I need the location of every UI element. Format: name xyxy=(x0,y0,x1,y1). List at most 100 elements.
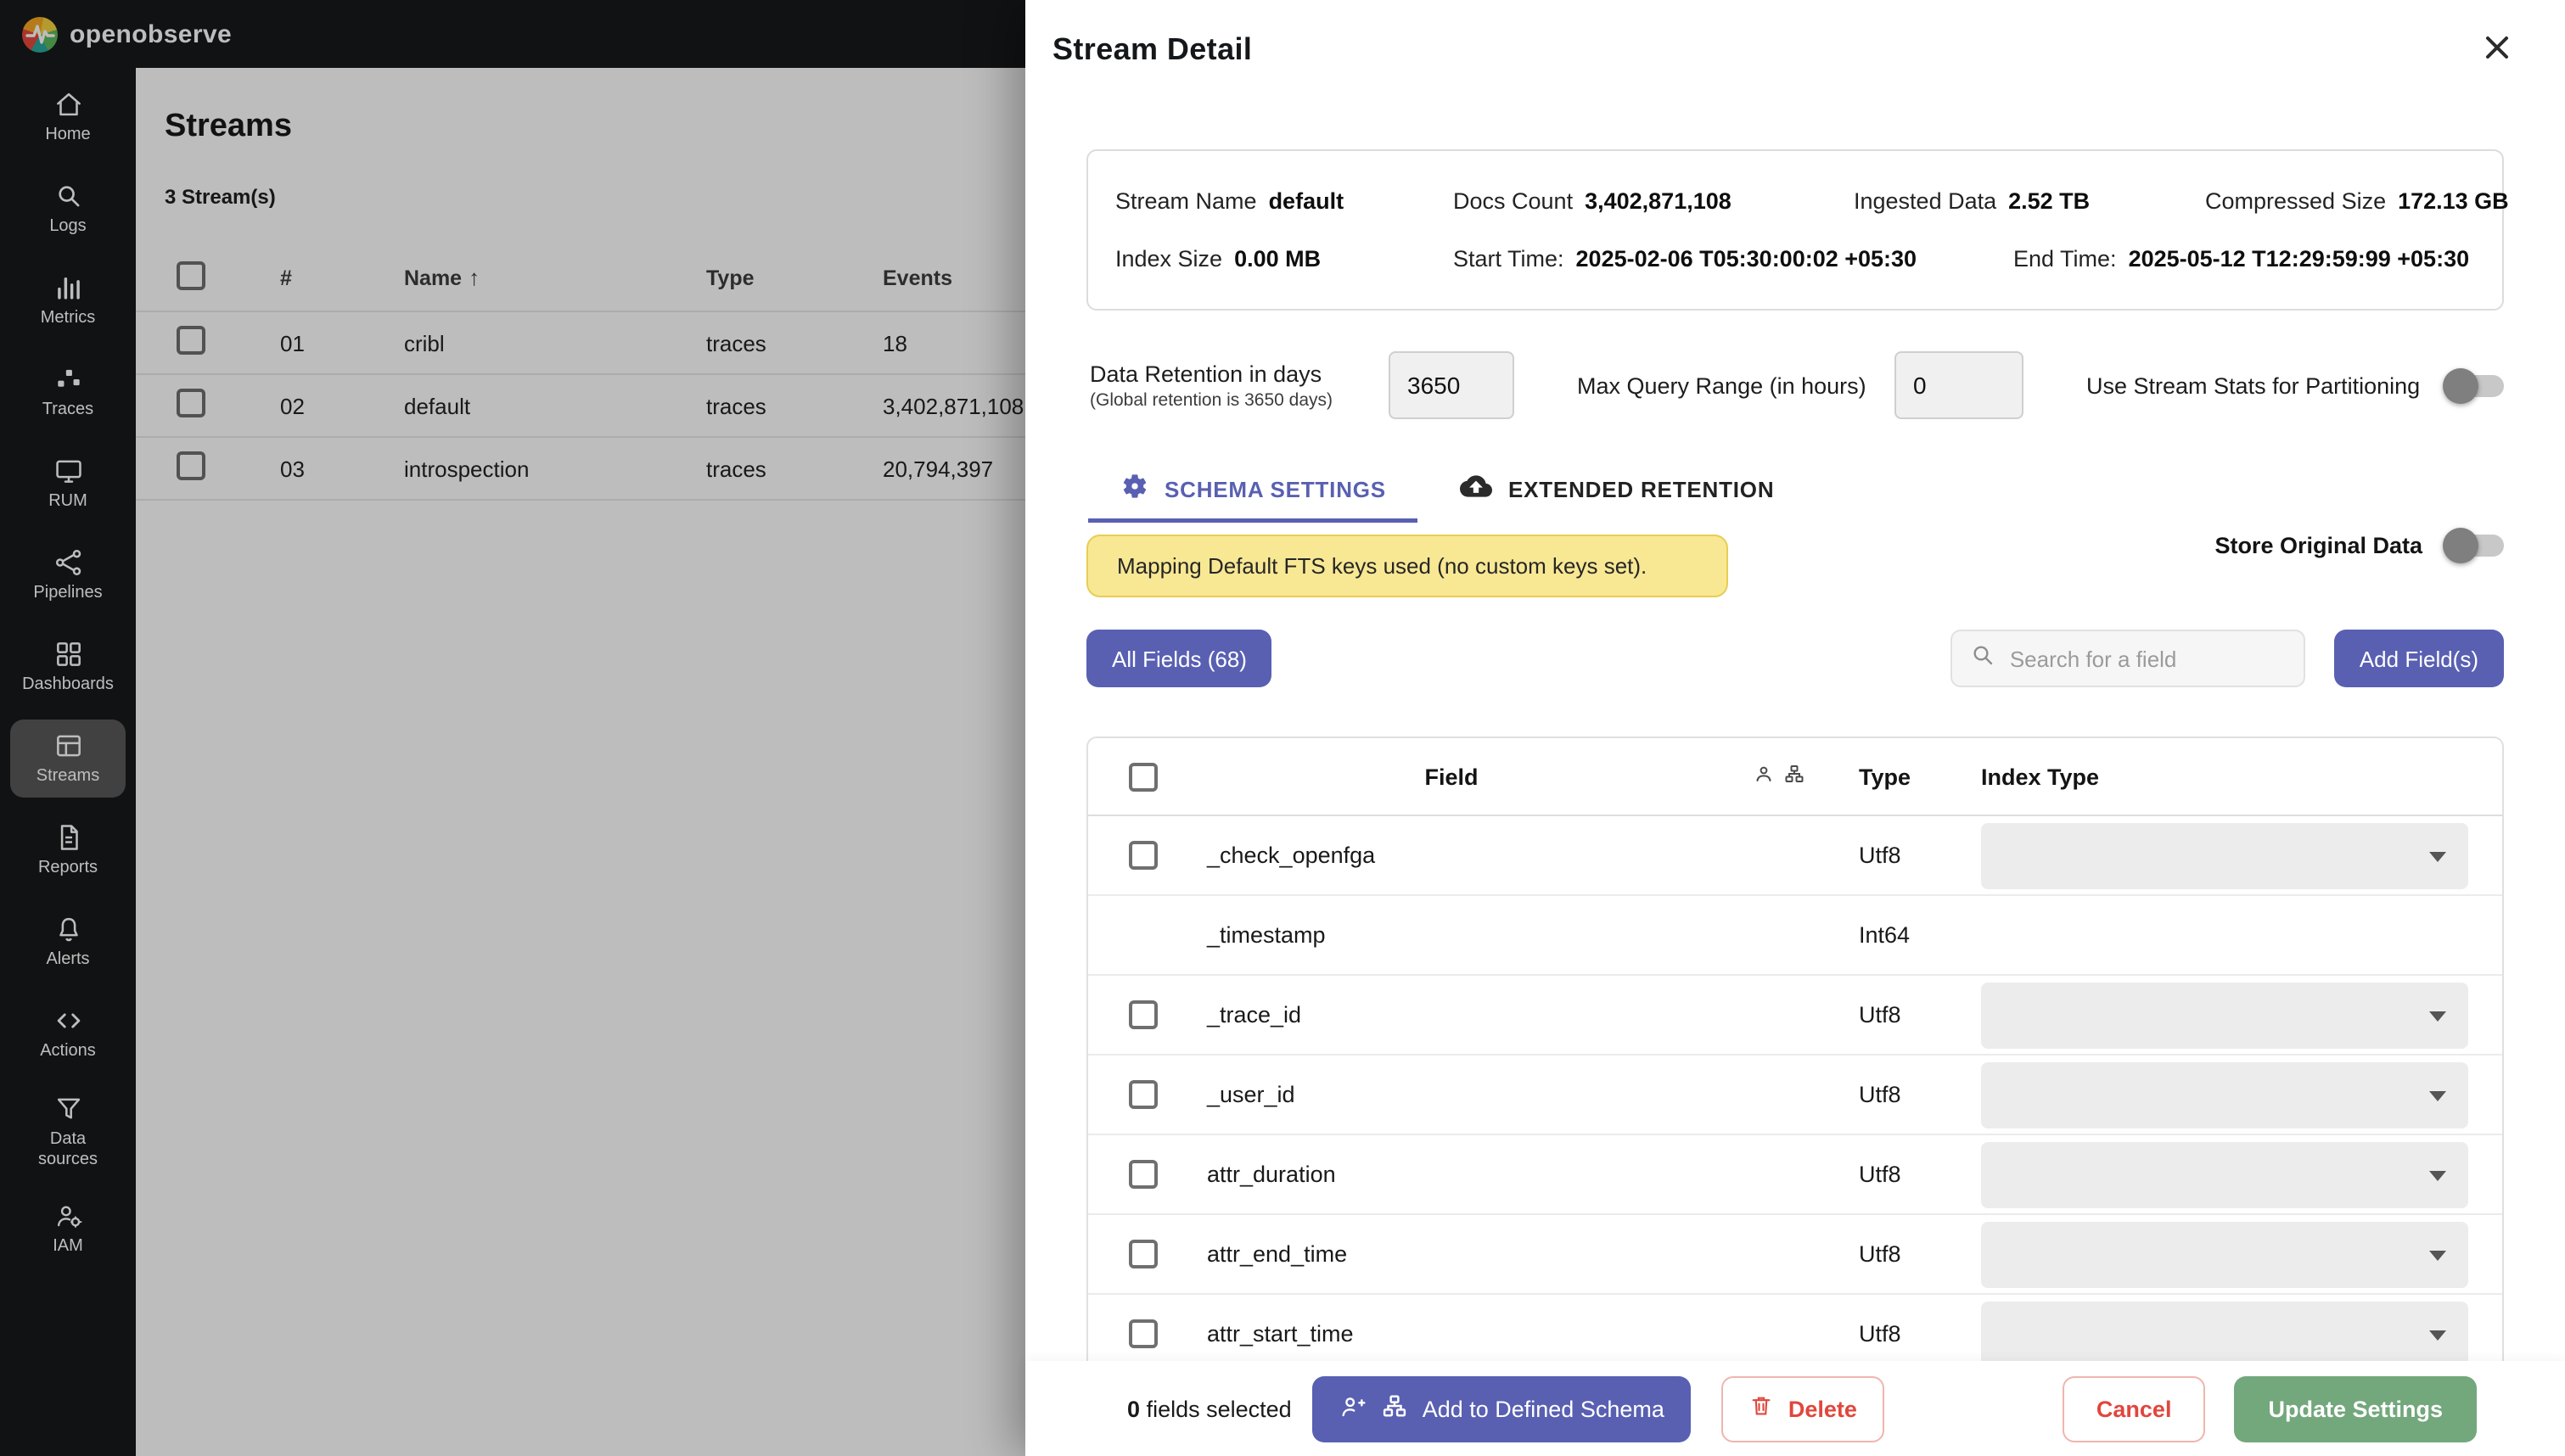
stat-docs-count: Docs Count 3,402,871,108 xyxy=(1453,188,1854,214)
delete-button[interactable]: Delete xyxy=(1722,1375,1884,1442)
retention-row: Data Retention in days (Global retention… xyxy=(1090,350,2504,421)
all-fields-label: All Fields (68) xyxy=(1112,646,1247,671)
stat-ingested-data: Ingested Data2.52 TB xyxy=(1854,188,2205,214)
chevron-down-icon xyxy=(2429,852,2446,862)
stats-row-2: Index Size 0.00 MB Start Time: 2025-02-06 … xyxy=(1115,246,2475,272)
type-column-header: Type xyxy=(1859,764,1911,789)
max-query-range-input[interactable] xyxy=(1894,351,2023,419)
index-type-select[interactable] xyxy=(1981,1222,2468,1288)
index-type-select[interactable] xyxy=(1981,1062,2468,1128)
sitemap-icon xyxy=(1784,761,1804,792)
stat-end-time: End Time: 2025-05-12 T12:29:59:99 +05:30 xyxy=(2013,246,2475,272)
store-original-row: Store Original Data xyxy=(2214,533,2504,558)
search-input[interactable] xyxy=(2010,646,2287,671)
selected-count-label: fields selected xyxy=(1147,1396,1292,1421)
all-fields-button[interactable]: All Fields (68) xyxy=(1086,630,1272,687)
add-fields-button[interactable]: Add Field(s) xyxy=(2334,630,2504,687)
partition-label: Use Stream Stats for Partitioning xyxy=(2086,372,2420,398)
stat-label: Docs Count xyxy=(1453,188,1573,214)
search-icon xyxy=(1969,641,1996,676)
stat-stream-name: Stream Name default xyxy=(1115,188,1453,214)
stat-value: 0.00 MB xyxy=(1234,246,1321,272)
field-checkbox[interactable] xyxy=(1129,1319,1158,1348)
fts-warning-banner: Mapping Default FTS keys used (no custom… xyxy=(1086,535,1728,597)
stat-label: End Time: xyxy=(2013,246,2117,272)
index-type-select[interactable] xyxy=(1981,983,2468,1049)
app-root: openobserve Home Logs Metrics Traces RUM… xyxy=(0,0,2565,1456)
store-original-label: Store Original Data xyxy=(2214,533,2422,558)
data-retention-note: (Global retention is 3650 days) xyxy=(1090,389,1389,410)
selected-count-number: 0 xyxy=(1127,1396,1140,1421)
field-name: attr_start_time xyxy=(1207,1321,1354,1347)
stat-value: 3,402,871,108 xyxy=(1585,188,1732,214)
index-type-select[interactable] xyxy=(1981,823,2468,889)
stats-row-1: Stream Name default Docs Count 3,402,871,1… xyxy=(1115,188,2475,214)
stat-value: default xyxy=(1269,188,1344,214)
stat-start-time: Start Time: 2025-02-06 T05:30:00:02 +05:3… xyxy=(1453,246,2013,272)
field-column-header: Field xyxy=(1424,764,1478,789)
delete-label: Delete xyxy=(1788,1396,1857,1421)
stat-label: Start Time: xyxy=(1453,246,1564,272)
tab-label: EXTENDED RETENTION xyxy=(1508,476,1774,501)
add-to-defined-schema-button[interactable]: Add to Defined Schema xyxy=(1312,1375,1692,1442)
field-name: _trace_id xyxy=(1207,1002,1301,1028)
max-query-range-label: Max Query Range (in hours) xyxy=(1577,372,1876,398)
field-name: _timestamp xyxy=(1207,922,1326,948)
tab-schema-settings[interactable]: SCHEMA SETTINGS xyxy=(1088,455,1418,523)
index-type-select[interactable] xyxy=(1981,1142,2468,1208)
chevron-down-icon xyxy=(2429,1171,2446,1181)
close-button[interactable] xyxy=(2467,20,2528,81)
stat-value: 2025-02-06 T05:30:00:02 +05:30 xyxy=(1576,246,1917,272)
store-original-toggle[interactable] xyxy=(2448,535,2504,557)
field-header-icons xyxy=(1754,761,1804,792)
field-type: Utf8 xyxy=(1859,843,1901,868)
fields-selected-count: 0 fields selected xyxy=(1127,1396,1292,1421)
cancel-label: Cancel xyxy=(2096,1396,2172,1421)
data-retention-title: Data Retention in days xyxy=(1090,361,1389,386)
add-fields-label: Add Field(s) xyxy=(2360,646,2478,671)
field-name: _user_id xyxy=(1207,1082,1295,1107)
sitemap-icon xyxy=(1382,1393,1407,1424)
chevron-down-icon xyxy=(2429,1251,2446,1261)
field-type: Utf8 xyxy=(1859,1321,1901,1347)
select-all-fields-checkbox[interactable] xyxy=(1129,762,1158,791)
chevron-down-icon xyxy=(2429,1011,2446,1022)
cancel-button[interactable]: Cancel xyxy=(2063,1375,2206,1442)
stat-label: Compressed Size xyxy=(2205,188,2386,214)
field-type: Int64 xyxy=(1859,922,1910,948)
stat-value: 2025-05-12 T12:29:59:99 +05:30 xyxy=(2129,246,2470,272)
toggle-knob xyxy=(2443,528,2478,563)
field-type: Utf8 xyxy=(1859,1241,1901,1267)
fields-table-header: Field Type Index Type xyxy=(1088,738,2502,816)
field-row: _user_id Utf8 xyxy=(1088,1056,2502,1135)
close-icon xyxy=(2478,28,2516,74)
stat-label: Index Size xyxy=(1115,246,1222,272)
user-icon xyxy=(1754,761,1774,792)
stream-detail-drawer: Stream Detail Stream Name default Docs Co… xyxy=(1025,0,2565,1456)
chevron-down-icon xyxy=(2429,1091,2446,1101)
field-row: attr_duration Utf8 xyxy=(1088,1135,2502,1215)
stat-value: 2.52 TB xyxy=(2008,188,2090,214)
field-checkbox[interactable] xyxy=(1129,1240,1158,1268)
drawer-footer: 0 fields selected Add to Defined Schema … xyxy=(1025,1361,2565,1456)
field-name: _check_openfga xyxy=(1207,843,1375,868)
drawer-title: Stream Detail xyxy=(1052,32,1252,68)
field-checkbox[interactable] xyxy=(1129,841,1158,870)
field-checkbox[interactable] xyxy=(1129,1000,1158,1029)
index-type-select[interactable] xyxy=(1981,1302,2468,1368)
update-settings-label: Update Settings xyxy=(2268,1396,2443,1421)
tab-label: SCHEMA SETTINGS xyxy=(1165,476,1386,501)
update-settings-button[interactable]: Update Settings xyxy=(2234,1375,2477,1442)
field-search[interactable] xyxy=(1950,630,2305,687)
data-retention-input[interactable] xyxy=(1389,351,1514,419)
fields-table: Field Type Index Type _check_openfga Utf… xyxy=(1086,736,2504,1375)
field-checkbox[interactable] xyxy=(1129,1160,1158,1189)
stat-compressed-size: Compressed Size172.13 GB xyxy=(2205,188,2509,214)
chevron-down-icon xyxy=(2429,1330,2446,1341)
data-retention-label: Data Retention in days (Global retention… xyxy=(1090,361,1389,410)
field-checkbox[interactable] xyxy=(1129,1080,1158,1109)
cloud-upload-icon xyxy=(1461,470,1493,507)
partition-toggle[interactable] xyxy=(2448,374,2504,396)
stat-label: Stream Name xyxy=(1115,188,1257,214)
tab-extended-retention[interactable]: EXTENDED RETENTION xyxy=(1428,455,1806,523)
